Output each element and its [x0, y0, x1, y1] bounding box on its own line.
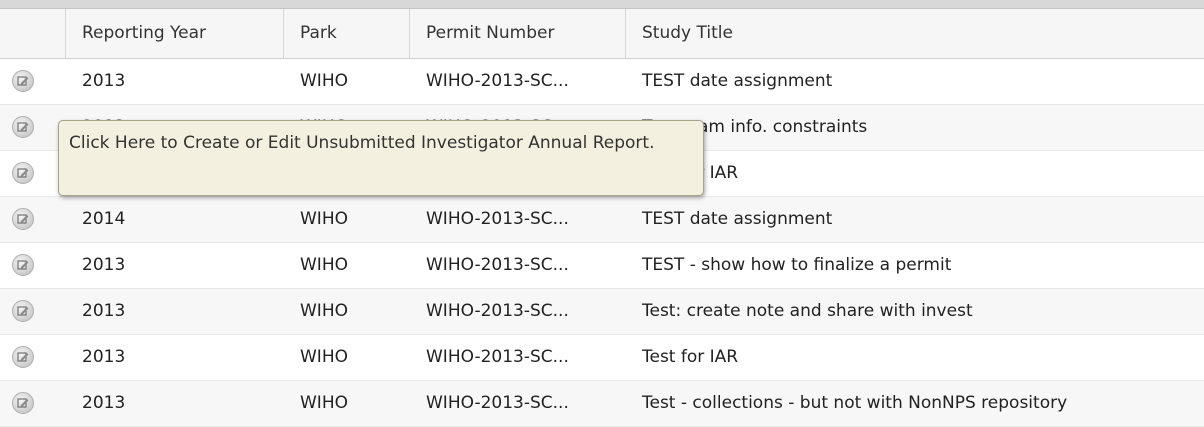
row-study-title: Test - collections - but not with NonNPS… — [642, 393, 1068, 413]
row-park: WIHO — [300, 393, 348, 413]
row-action-cell — [0, 381, 66, 425]
row-permit-number: WIHO-2013-SC... — [426, 209, 569, 229]
row-reporting-year: 2013 — [82, 301, 126, 321]
results-grid: Reporting Year Park Permit Number Study … — [0, 9, 1204, 427]
table-row[interactable]: 2013 WIHO WIHO-2013-SC... Test - collection… — [0, 381, 1204, 427]
row-park: WIHO — [300, 347, 348, 367]
row-study-title: Test for IAR — [642, 163, 739, 183]
row-action-cell — [0, 243, 66, 287]
row-study-title: Test: create note and share with invest — [642, 301, 973, 321]
row-permit-number: WIHO-2013-SC... — [426, 301, 569, 321]
edit-icon[interactable] — [12, 300, 34, 322]
row-study-title: TEST date assignment — [642, 71, 833, 91]
row-action-cell — [0, 151, 66, 195]
row-action-cell — [0, 335, 66, 379]
row-reporting-year: 2013 — [82, 255, 126, 275]
row-park: WIHO — [300, 301, 348, 321]
row-study-title: TEST date assignment — [642, 209, 833, 229]
grid-header: Reporting Year Park Permit Number Study … — [0, 9, 1204, 59]
row-action-cell — [0, 105, 66, 149]
edit-icon[interactable] — [12, 116, 34, 138]
row-park: WIHO — [300, 209, 348, 229]
row-permit-number: WIHO-2013-SC... — [426, 347, 569, 367]
header-park[interactable]: Park — [284, 9, 410, 58]
row-reporting-year: 2014 — [82, 209, 126, 229]
row-study-title: TEST - show how to finalize a permit — [642, 255, 952, 275]
table-row[interactable]: 2014 WIHO WIHO-2013-SC... TEST date assignm… — [0, 197, 1204, 243]
header-reporting-year[interactable]: Reporting Year — [66, 9, 284, 58]
row-park: WIHO — [300, 255, 348, 275]
toolbar-strip — [0, 0, 1204, 9]
table-row[interactable]: 2013 WIHO WIHO-2013-SC... Test: create note… — [0, 289, 1204, 335]
row-reporting-year: 2013 — [82, 393, 126, 413]
header-action-column — [0, 9, 66, 58]
grid-body: 2013 WIHO WIHO-2013-SC... TEST date assignm… — [0, 59, 1204, 427]
table-row[interactable]: 2013 WIHO WIHO-2013-SC... TEST date assignm… — [0, 59, 1204, 105]
row-study-title: Test team info. constraints — [642, 117, 868, 137]
row-permit-number: WIHO-2013-SC... — [426, 71, 569, 91]
edit-icon[interactable] — [12, 70, 34, 92]
edit-tooltip: Click Here to Create or Edit Unsubmitted… — [58, 120, 704, 196]
row-study-title: Test for IAR — [642, 347, 739, 367]
header-study-title[interactable]: Study Title — [626, 9, 1204, 58]
tooltip-text: Click Here to Create or Edit Unsubmitted… — [69, 133, 655, 153]
edit-icon[interactable] — [12, 346, 34, 368]
row-permit-number: WIHO-2013-SC... — [426, 255, 569, 275]
header-permit-number[interactable]: Permit Number — [410, 9, 626, 58]
row-reporting-year: 2013 — [82, 71, 126, 91]
row-action-cell — [0, 59, 66, 103]
row-park: WIHO — [300, 71, 348, 91]
edit-icon[interactable] — [12, 254, 34, 276]
row-permit-number: WIHO-2013-SC... — [426, 393, 569, 413]
edit-icon[interactable] — [12, 208, 34, 230]
row-action-cell — [0, 289, 66, 333]
table-row[interactable]: 2013 WIHO WIHO-2013-SC... Test for IAR — [0, 335, 1204, 381]
edit-icon[interactable] — [12, 392, 34, 414]
row-action-cell — [0, 197, 66, 241]
row-reporting-year: 2013 — [82, 347, 126, 367]
edit-icon[interactable] — [12, 162, 34, 184]
table-row[interactable]: 2013 WIHO WIHO-2013-SC... TEST - show how t… — [0, 243, 1204, 289]
